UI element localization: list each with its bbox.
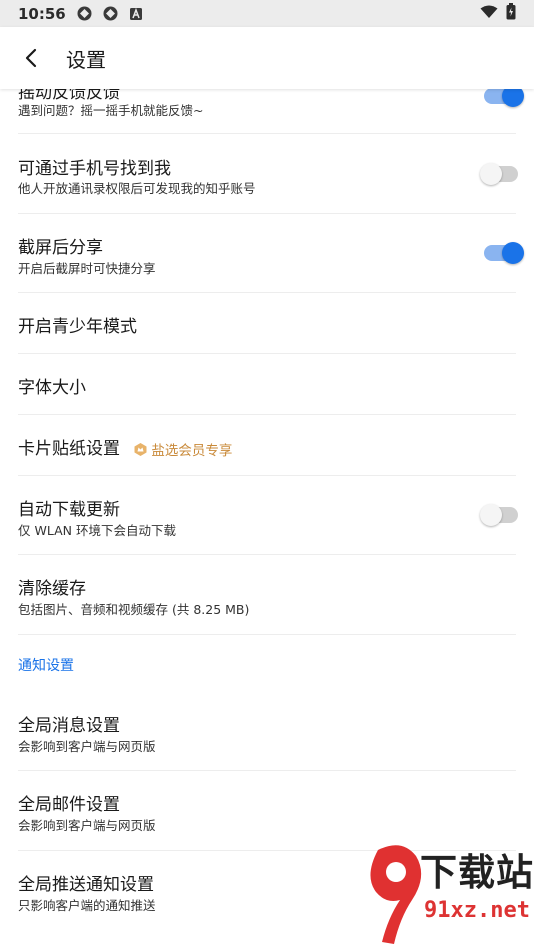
setting-subtitle: 仅 WLAN 环境下会自动下载: [18, 523, 176, 538]
find-by-phone-switch[interactable]: [480, 163, 518, 185]
setting-title: 开启青少年模式: [18, 317, 137, 337]
shake-feedback-switch[interactable]: [484, 85, 524, 107]
battery-icon: [506, 3, 516, 24]
status-time: 10:56: [18, 4, 66, 23]
setting-title: 可通过手机号找到我: [18, 159, 171, 179]
setting-row-find-by-phone[interactable]: 可通过手机号找到我 他人开放通讯录权限后可发现我的知乎账号: [0, 134, 534, 214]
back-arrow-icon: [25, 48, 37, 68]
setting-row-teen-mode[interactable]: 开启青少年模式: [0, 293, 534, 354]
setting-title: 全局消息设置: [18, 716, 120, 736]
watermark-domain: 91xz.net: [424, 898, 530, 923]
setting-subtitle: 他人开放通讯录权限后可发现我的知乎账号: [18, 181, 256, 196]
a-notification-icon: [128, 5, 145, 22]
setting-row-global-message[interactable]: 全局消息设置 会影响到客户端与网页版: [0, 692, 534, 771]
setting-title: 自动下载更新: [18, 500, 120, 520]
setting-subtitle: 遇到问题？摇一摇手机就能反馈~: [18, 103, 204, 118]
vip-badge-label: 盐选会员专享: [151, 443, 233, 459]
vip-crown-icon: [134, 442, 147, 456]
setting-title: 清除缓存: [18, 579, 86, 599]
setting-subtitle: 只影响客户端的通知推送: [18, 898, 156, 913]
setting-row-screenshot-share[interactable]: 截屏后分享 开启后截屏时可快捷分享: [0, 214, 534, 293]
setting-row-card-sticker[interactable]: 卡片贴纸设置 盐选会员专享: [0, 415, 534, 476]
page-title: 设置: [66, 47, 106, 72]
sync-icon: [76, 5, 93, 22]
setting-title: 字体大小: [18, 378, 86, 398]
setting-title: 全局邮件设置: [18, 795, 120, 815]
wifi-icon: [480, 4, 498, 23]
setting-title: 全局推送通知设置: [18, 875, 154, 895]
watermark-text: 下载站: [420, 851, 534, 894]
vip-badge: 盐选会员专享: [133, 439, 232, 459]
setting-row-auto-update[interactable]: 自动下载更新 仅 WLAN 环境下会自动下载: [0, 476, 534, 555]
app-bar: 设置: [0, 27, 534, 89]
settings-screen: 10:56 摇动反馈反馈 遇到问题？摇一摇手机就能反馈~ 可通过手机号找到我 他…: [0, 0, 534, 950]
screenshot-share-switch[interactable]: [484, 242, 524, 264]
setting-title: 截屏后分享: [18, 238, 103, 258]
setting-subtitle: 包括图片、音频和视频缓存 (共 8.25 MB): [18, 602, 250, 617]
setting-subtitle: 开启后截屏时可快捷分享: [18, 261, 156, 276]
status-bar: 10:56: [0, 0, 534, 27]
setting-row-clear-cache[interactable]: 清除缓存 包括图片、音频和视频缓存 (共 8.25 MB): [0, 555, 534, 635]
section-header-notifications: 通知设置: [18, 658, 74, 674]
back-button[interactable]: [0, 27, 62, 89]
setting-title: 卡片贴纸设置: [18, 439, 120, 459]
sync-icon: [102, 5, 119, 22]
setting-subtitle: 会影响到客户端与网页版: [18, 818, 156, 833]
site-watermark: 下载站 91xz.net: [364, 838, 534, 950]
setting-row-font-size[interactable]: 字体大小: [0, 354, 534, 415]
setting-subtitle: 会影响到客户端与网页版: [18, 739, 156, 754]
auto-update-switch[interactable]: [480, 504, 518, 526]
